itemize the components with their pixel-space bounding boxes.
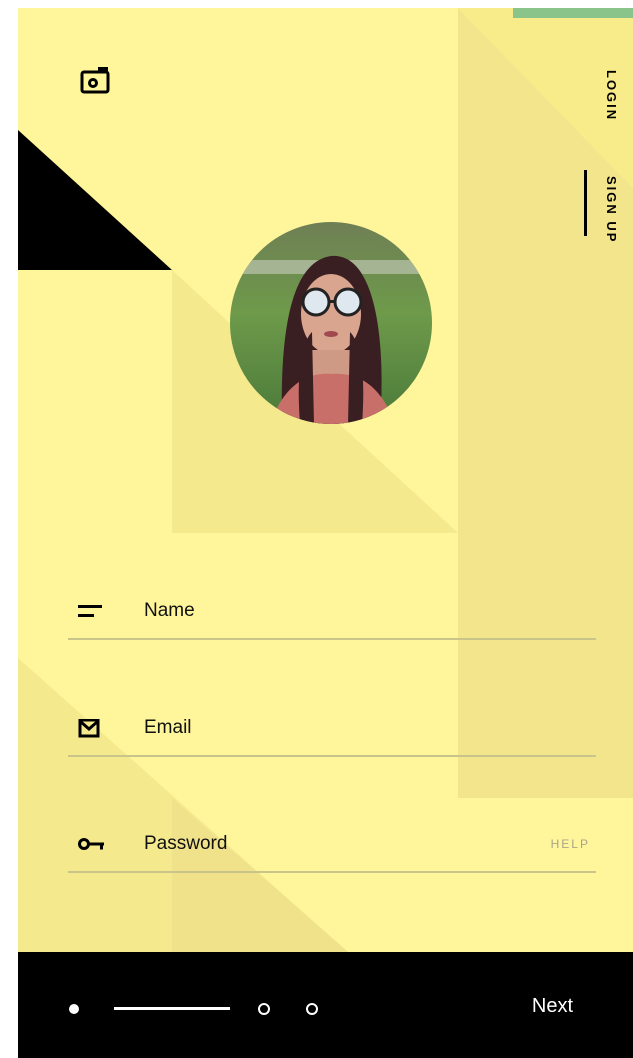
help-link[interactable]: HELP: [551, 837, 590, 851]
key-icon: [78, 835, 106, 855]
password-field-underline: [68, 871, 596, 873]
next-button[interactable]: Next: [532, 995, 573, 1018]
name-field-underline: [68, 638, 596, 640]
avatar[interactable]: [230, 222, 432, 424]
active-tab-indicator: [584, 170, 587, 236]
black-triangle-decoration: [18, 130, 172, 270]
login-tab[interactable]: LOGIN: [604, 70, 619, 121]
camera-icon[interactable]: [80, 66, 110, 94]
step-indicator-active: [69, 1004, 79, 1014]
step-progress-line: [114, 1007, 230, 1010]
step-indicator: [306, 1003, 318, 1015]
footer-bar: Next: [18, 952, 633, 1058]
password-field-label: Password: [144, 833, 228, 854]
email-field-label: Email: [144, 717, 192, 738]
email-field[interactable]: Email: [68, 697, 596, 757]
step-indicator: [258, 1003, 270, 1015]
corner-tab: [513, 8, 633, 18]
text-lines-icon: [78, 602, 106, 622]
signup-screen: LOGIN SIGN UP Name Email Password HELP N…: [18, 8, 633, 1058]
envelope-icon: [78, 718, 106, 739]
name-field-label: Name: [144, 600, 195, 621]
password-field[interactable]: Password HELP: [68, 813, 596, 873]
email-field-underline: [68, 755, 596, 757]
name-field[interactable]: Name: [68, 580, 596, 640]
signup-tab[interactable]: SIGN UP: [604, 176, 619, 243]
